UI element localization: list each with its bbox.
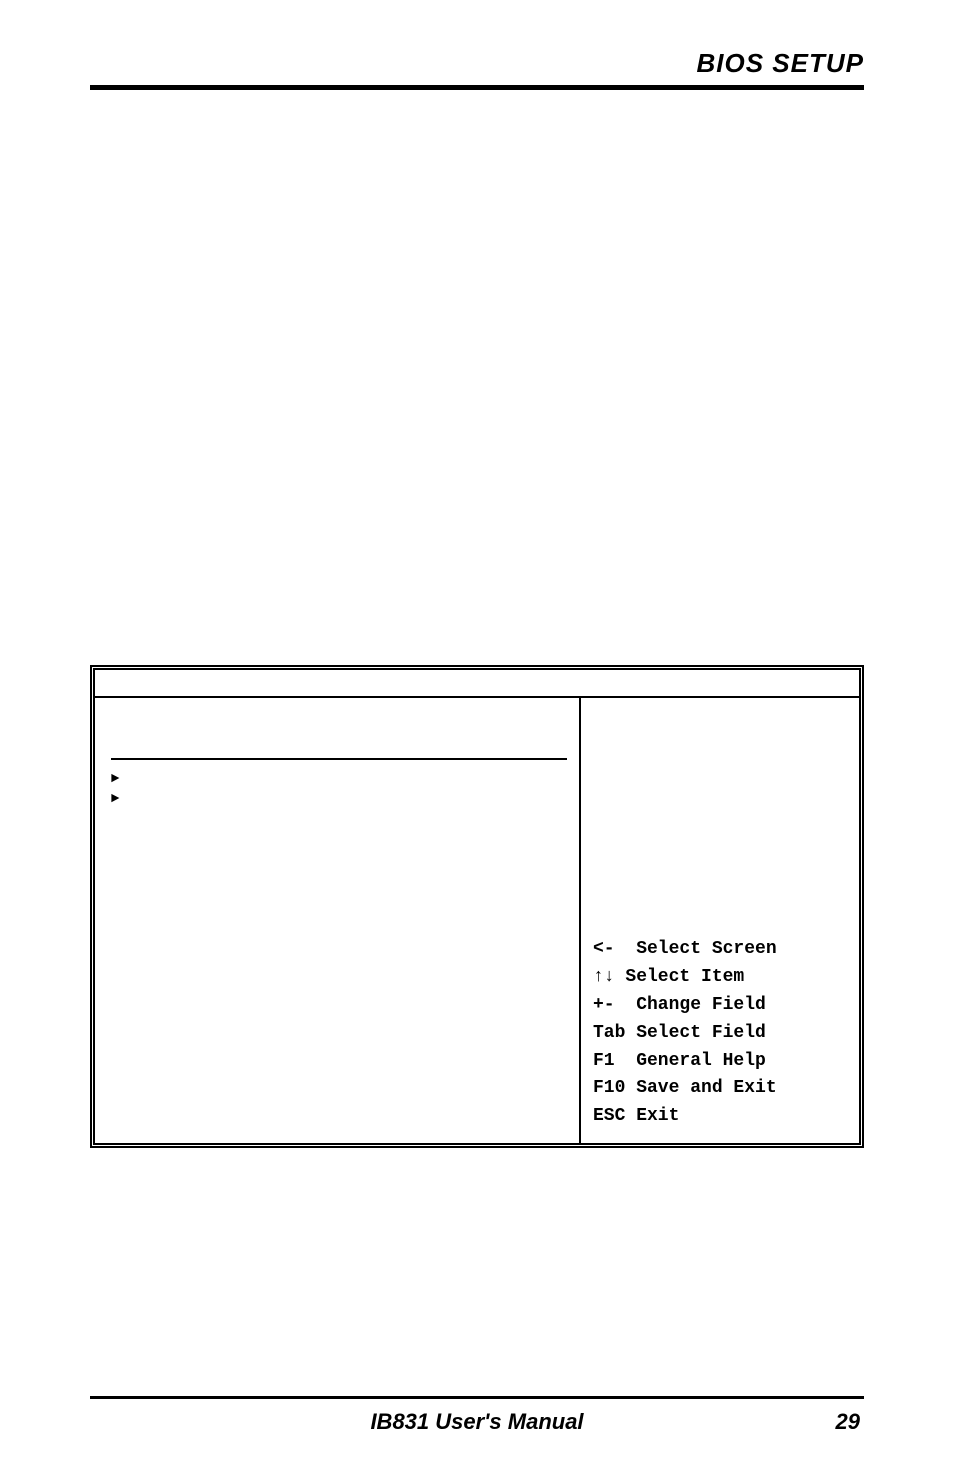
triangle-right-icon: ► bbox=[111, 770, 567, 790]
page-header-title: BIOS SETUP bbox=[90, 48, 864, 79]
footer-manual-title: IB831 User's Manual bbox=[214, 1409, 740, 1435]
footer-page-number: 29 bbox=[740, 1409, 860, 1435]
triangle-right-icon: ► bbox=[111, 790, 567, 810]
bios-left-panel: ► ► bbox=[95, 698, 579, 1143]
hint-select-field: Tab Select Field bbox=[593, 1020, 847, 1048]
bios-menu-items: ► ► bbox=[111, 770, 567, 809]
hint-change-field: +- Change Field bbox=[593, 992, 847, 1020]
bios-left-header-area bbox=[111, 706, 567, 760]
hint-save-exit: F10 Save and Exit bbox=[593, 1075, 847, 1103]
bios-help-panel: <- Select Screen ↑↓ Select Item +- Chang… bbox=[579, 698, 859, 1143]
help-spacer bbox=[593, 706, 847, 936]
page-footer: IB831 User's Manual 29 bbox=[90, 1399, 864, 1475]
bios-body: ► ► <- Select Screen ↑↓ Select Item +- C… bbox=[95, 698, 859, 1143]
bios-menu-bar bbox=[95, 670, 859, 698]
page-content: ► ► <- Select Screen ↑↓ Select Item +- C… bbox=[90, 90, 864, 1396]
hint-select-item: ↑↓ Select Item bbox=[593, 964, 847, 992]
hint-esc-exit: ESC Exit bbox=[593, 1103, 847, 1131]
hint-select-screen: <- Select Screen bbox=[593, 936, 847, 964]
bios-screen: ► ► <- Select Screen ↑↓ Select Item +- C… bbox=[90, 665, 864, 1148]
hint-general-help: F1 General Help bbox=[593, 1048, 847, 1076]
